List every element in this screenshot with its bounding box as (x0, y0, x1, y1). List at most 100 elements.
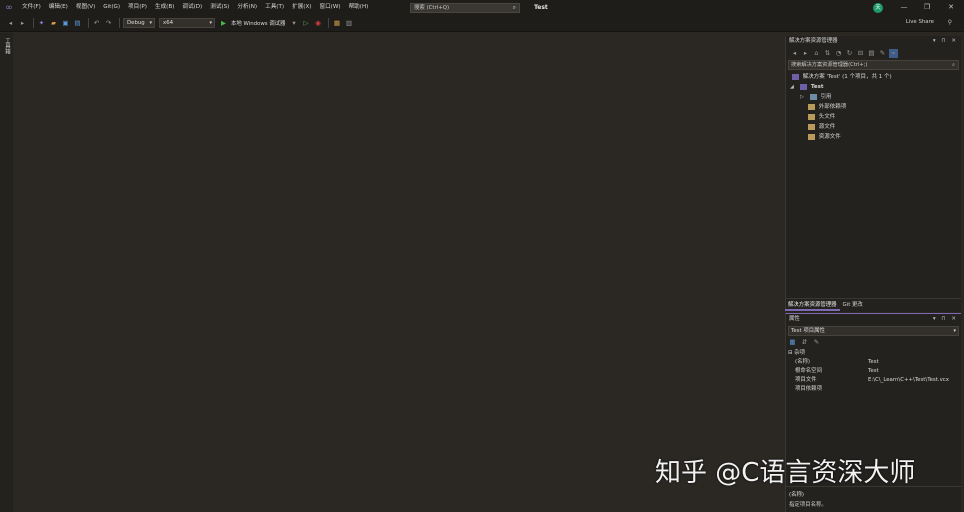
properties-toolbar: ▦ ⇵ ✎ (786, 337, 961, 348)
toolbar-divider (328, 18, 330, 28)
menu-analyze[interactable]: 分析(N) (233, 0, 261, 15)
tree-item-external-deps[interactable]: 外部依赖项 (786, 102, 961, 112)
tab-solution-explorer[interactable]: 解决方案资源管理器 (785, 299, 840, 311)
tree-item-references[interactable]: ▷ 引用 (786, 92, 961, 102)
new-project-icon[interactable]: ✦ (37, 19, 46, 28)
pending-changes-icon[interactable]: ◔ (834, 49, 843, 58)
minimize-button[interactable]: — (893, 0, 915, 15)
restore-button[interactable]: ❐ (916, 0, 938, 15)
chevron-down-icon: ▾ (149, 20, 152, 26)
toolbar-divider (119, 18, 120, 28)
menu-extensions[interactable]: 扩展(X) (288, 0, 315, 15)
solution-search-placeholder: 搜索解决方案资源管理器(Ctrl+;) (791, 62, 868, 68)
save-all-icon[interactable]: ▤ (73, 19, 82, 28)
property-row[interactable]: 项目依赖项 (786, 385, 961, 394)
tree-project-row[interactable]: ◢ Test (786, 82, 961, 92)
tree-item-source-files[interactable]: 源文件 (786, 122, 961, 132)
open-folder-icon[interactable]: ▰ (49, 19, 58, 28)
menu-view[interactable]: 视图(V) (72, 0, 99, 15)
visual-studio-logo-icon[interactable]: ∞ (0, 0, 18, 15)
menu-test[interactable]: 测试(S) (206, 0, 233, 15)
start-without-debugging-icon[interactable]: ▷ (301, 19, 310, 28)
property-category[interactable]: ⊟ 杂项 (786, 348, 961, 358)
configuration-dropdown[interactable]: Debug ▾ (123, 18, 155, 28)
live-share-button[interactable]: Live Share (906, 19, 934, 25)
menu-window[interactable]: 窗口(W) (315, 0, 344, 15)
solution-explorer-toolbar: ◂ ▸ ⌂ ⇅ ◔ ↻ ⊟ ▤ ✎ ⌁ (786, 47, 961, 60)
menu-tools[interactable]: 工具(T) (261, 0, 288, 15)
solution-explorer-tabs: 解决方案资源管理器 Git 更改 (785, 298, 961, 311)
menu-help[interactable]: 帮助(H) (345, 0, 373, 15)
menu-git[interactable]: Git(G) (99, 0, 124, 15)
filter-folder-icon (808, 133, 815, 140)
solution-explorer-title: 解决方案资源管理器 (789, 38, 838, 44)
run-debugger-button[interactable]: 本地 Windows 调试器 (231, 19, 285, 27)
menu-edit[interactable]: 编辑(E) (45, 0, 72, 15)
filter-folder-icon (808, 103, 815, 110)
property-value[interactable]: Test (864, 367, 961, 376)
collapse-all-icon[interactable]: ⊟ (856, 49, 865, 58)
property-name: 项目文件 (795, 377, 817, 383)
properties-wrench-icon[interactable]: ✎ (878, 49, 887, 58)
property-pages-wrench-icon[interactable]: ✎ (812, 338, 821, 347)
sync-icon[interactable]: ↻ (845, 49, 854, 58)
categorized-icon[interactable]: ▦ (788, 338, 797, 347)
redo-icon[interactable]: ↷ (104, 19, 113, 28)
show-all-files-icon[interactable]: ▤ (867, 49, 876, 58)
preview-icon[interactable]: ⌁ (889, 49, 898, 58)
start-debugging-icon[interactable]: ▶ (219, 19, 228, 28)
chevron-down-icon[interactable]: ▾ (289, 19, 298, 28)
back-icon[interactable]: ◂ (790, 49, 799, 58)
user-avatar[interactable]: 天 (873, 3, 883, 13)
search-icon: ⌕ (512, 4, 516, 11)
search-icon: ⌕ (952, 62, 955, 68)
layout-icon[interactable]: ▥ (344, 19, 353, 28)
main-toolbar: ◂ ▸ ✦ ▰ ▣ ▤ ↶ ↷ Debug ▾ x64 ▾ ▶ 本地 Windo… (0, 15, 964, 32)
title-bar: ∞ 文件(F) 编辑(E) 视图(V) Git(G) 项目(P) 生成(B) 调… (0, 0, 964, 15)
property-description-text: 指定项目名称。 (789, 502, 827, 508)
property-value[interactable] (864, 385, 961, 394)
toolbox-tab[interactable]: 工具箱 (3, 38, 11, 54)
property-name: 项目依赖项 (795, 386, 822, 392)
close-button[interactable]: ✕ (940, 0, 962, 15)
tree-item-header-files[interactable]: 头文件 (786, 112, 961, 122)
alphabetical-icon[interactable]: ⇵ (800, 338, 809, 347)
property-value[interactable]: E:\C\_Learn\C++\Test\Test.vcx (864, 376, 961, 385)
menu-debug[interactable]: 调试(D) (178, 0, 206, 15)
properties-object-selector[interactable]: Test 项目属性 ▾ (788, 326, 959, 336)
switch-views-icon[interactable]: ⇅ (823, 49, 832, 58)
panel-window-buttons[interactable]: ▾ ⊓ ✕ (933, 36, 958, 47)
property-name: (名称) (795, 359, 810, 365)
forward-icon[interactable]: ▸ (18, 19, 27, 28)
menu-project[interactable]: 项目(P) (124, 0, 151, 15)
tree-item-label: 头文件 (818, 114, 836, 120)
property-row[interactable]: 项目文件 E:\C\_Learn\C++\Test\Test.vcx (786, 376, 961, 385)
bookmark-icon[interactable]: ▦ (332, 19, 341, 28)
undo-icon[interactable]: ↶ (92, 19, 101, 28)
platform-dropdown[interactable]: x64 ▾ (159, 18, 215, 28)
hot-reload-icon[interactable]: ◉ (313, 19, 322, 28)
panel-window-buttons[interactable]: ▾ ⊓ ✕ (933, 314, 958, 325)
feedback-icon[interactable]: ⚲ (948, 19, 952, 26)
tree-solution-row[interactable]: 解决方案 'Test' (1 个项目，共 1 个) (786, 72, 961, 82)
menu-file[interactable]: 文件(F) (18, 0, 45, 15)
expand-caret-icon[interactable]: ◢ (790, 82, 798, 92)
collapse-caret-icon[interactable]: ▷ (800, 92, 808, 102)
search-input[interactable]: 搜索 (Ctrl+Q) ⌕ (410, 3, 520, 13)
editor-area (13, 33, 784, 512)
property-row[interactable]: 根命名空间 Test (786, 367, 961, 376)
home-icon[interactable]: ⌂ (812, 49, 821, 58)
property-row[interactable]: (名称) Test (786, 358, 961, 367)
tab-git-changes[interactable]: Git 更改 (840, 299, 866, 311)
tree-item-resource-files[interactable]: 资源文件 (786, 132, 961, 142)
property-value[interactable]: Test (864, 358, 961, 367)
tree-item-label: 外部依赖项 (818, 104, 847, 110)
tree-item-label: 资源文件 (818, 134, 841, 140)
save-icon[interactable]: ▣ (61, 19, 70, 28)
back-icon[interactable]: ◂ (6, 19, 15, 28)
solution-explorer-panel: 解决方案资源管理器 ▾ ⊓ ✕ ◂ ▸ ⌂ ⇅ ◔ ↻ ⊟ ▤ ✎ ⌁ 搜索解决… (785, 36, 961, 312)
forward-icon[interactable]: ▸ (801, 49, 810, 58)
search-placeholder: 搜索 (Ctrl+Q) (414, 5, 450, 11)
solution-search-input[interactable]: 搜索解决方案资源管理器(Ctrl+;) ⌕ (788, 60, 959, 70)
menu-build[interactable]: 生成(B) (151, 0, 178, 15)
